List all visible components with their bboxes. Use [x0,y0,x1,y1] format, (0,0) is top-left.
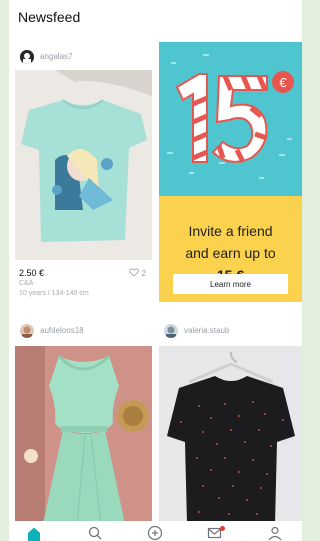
promo-banner[interactable]: € Invite a friend and earn up to 15 € Le… [159,42,302,302]
learn-more-button[interactable]: Learn more [173,274,288,294]
phone-screen: Newsfeed angalas7 2.50 € 2 C&A 10 years … [9,0,302,541]
promo-panel: Invite a friend and earn up to 15 € Lear… [159,196,302,302]
tshirt-photo [15,70,152,260]
nav-add[interactable] [147,525,167,541]
username[interactable]: valeria.staub [184,326,229,335]
like-button[interactable]: 2 [129,268,146,278]
home-icon [28,527,40,541]
item-photo[interactable] [15,346,152,524]
item-size: 10 years / 134-140 cm [19,290,89,297]
header: Newsfeed [9,0,302,38]
heart-icon [129,268,140,277]
avatar-image [20,50,34,64]
avatar[interactable] [20,324,34,338]
avatar-image [20,324,34,338]
dress-photo [15,346,152,524]
notification-badge [220,526,225,531]
item-price: 2.50 € [19,268,45,278]
item-photo[interactable] [15,70,152,260]
item-photo[interactable] [159,346,302,524]
promo-line-2: and earn up to [185,245,276,261]
add-icon [147,525,163,541]
search-icon [88,526,102,540]
user-row[interactable]: angalas7 [15,44,152,70]
username[interactable]: angalas7 [40,52,72,61]
promo-graphic: € [159,42,302,196]
promo-badge: € [159,42,302,196]
promo-line-1: Invite a friend [188,223,273,239]
avatar[interactable] [20,50,34,64]
user-row[interactable]: aufdeloos18 [15,318,152,344]
feed-item-card[interactable]: valeria.staub [159,318,302,524]
feed-item-card[interactable]: angalas7 2.50 € 2 C&A 10 years / 134-140… [15,44,152,314]
svg-text:€: € [279,75,287,90]
like-count: 2 [141,269,146,278]
profile-icon [268,526,282,541]
avatar[interactable] [164,324,178,338]
page-title: Newsfeed [18,9,81,25]
feed-item-card[interactable]: aufdeloos18 [15,318,152,524]
nav-search[interactable] [87,525,107,541]
nav-inbox[interactable] [207,525,227,541]
item-brand: C&A [19,280,34,287]
top-photo [159,346,302,524]
nav-profile[interactable] [267,525,287,541]
nav-home[interactable] [26,525,46,541]
avatar-image [164,324,178,338]
username[interactable]: aufdeloos18 [40,326,84,335]
user-row[interactable]: valeria.staub [159,318,296,344]
bottom-navigation [9,521,302,541]
